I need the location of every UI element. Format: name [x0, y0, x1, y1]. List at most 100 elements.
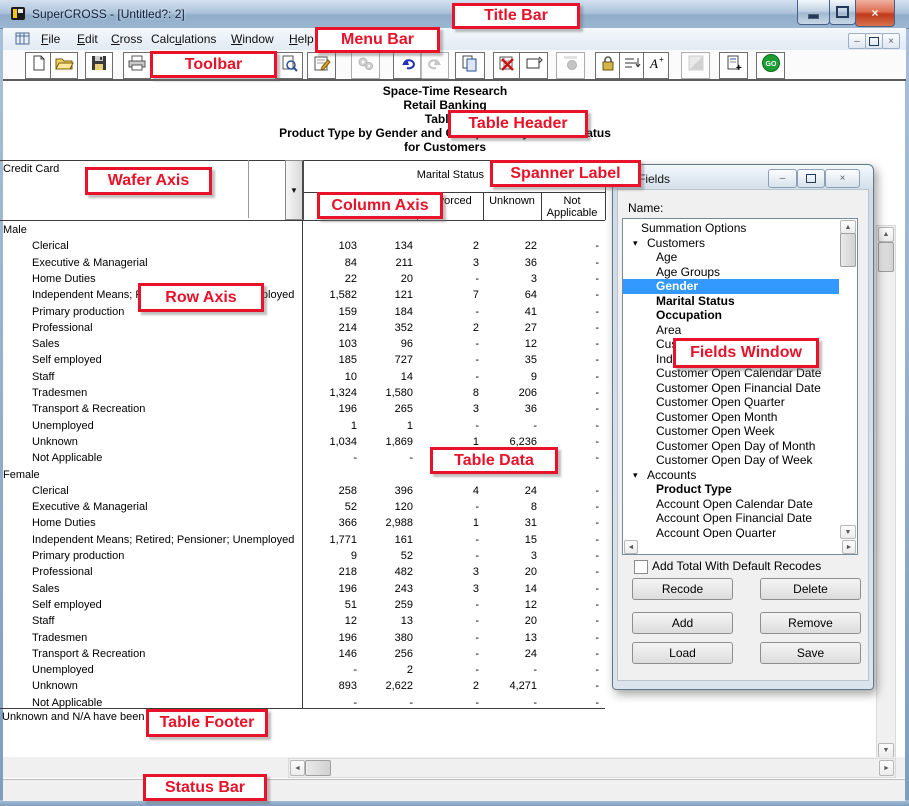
data-cell[interactable]: 120 — [361, 501, 413, 513]
data-cell[interactable]: - — [541, 632, 599, 644]
fields-close-button[interactable]: × — [825, 169, 860, 188]
data-cell[interactable]: - — [541, 306, 599, 318]
data-cell[interactable]: - — [302, 452, 357, 464]
save-button[interactable] — [85, 52, 113, 79]
horizontal-scroll-thumb[interactable] — [305, 760, 331, 776]
recode-button[interactable]: Recode — [632, 578, 733, 600]
data-cell[interactable]: 15 — [483, 534, 537, 546]
shade-button[interactable] — [681, 52, 710, 79]
data-cell[interactable]: 20 — [483, 566, 537, 578]
data-cell[interactable]: - — [302, 664, 357, 676]
fields-minimize-button[interactable]: – — [768, 169, 797, 188]
wafer-axis[interactable]: Credit Card — [3, 163, 59, 175]
fields-list-item[interactable]: Customer Open Calendar Date — [623, 366, 839, 381]
data-cell[interactable]: 258 — [302, 485, 357, 497]
row-label[interactable]: Home Duties — [32, 273, 96, 285]
fields-list-item[interactable]: Product Type — [623, 482, 839, 497]
tree-expander-icon[interactable]: ▾ — [633, 468, 638, 483]
data-cell[interactable]: 4,271 — [483, 680, 537, 692]
scroll-left-button[interactable]: ◄ — [290, 760, 305, 776]
data-cell[interactable]: - — [541, 680, 599, 692]
hide-zero-button[interactable] — [556, 52, 585, 79]
data-cell[interactable]: 185 — [302, 354, 357, 366]
spanner-label[interactable]: Marital Status — [302, 169, 484, 181]
data-cell[interactable]: - — [541, 420, 599, 432]
data-cell[interactable]: 96 — [361, 338, 413, 350]
row-label[interactable]: Unemployed — [32, 420, 94, 432]
data-cell[interactable]: 22 — [302, 273, 357, 285]
data-cell[interactable]: - — [541, 664, 599, 676]
data-cell[interactable]: 727 — [361, 354, 413, 366]
data-cell[interactable]: - — [417, 550, 479, 562]
data-cell[interactable]: 4 — [417, 485, 479, 497]
data-cell[interactable]: 265 — [361, 403, 413, 415]
fields-list-item[interactable]: Customer Open Quarter — [623, 395, 839, 410]
data-cell[interactable]: - — [541, 403, 599, 415]
row-label[interactable]: Sales — [32, 583, 60, 595]
mdi-restore-button[interactable] — [865, 33, 883, 49]
data-cell[interactable]: 51 — [302, 599, 357, 611]
row-label[interactable]: Staff — [32, 615, 54, 627]
data-cell[interactable]: - — [417, 338, 479, 350]
data-cell[interactable]: 206 — [483, 387, 537, 399]
data-cell[interactable]: 7 — [417, 289, 479, 301]
data-cell[interactable]: 2 — [417, 322, 479, 334]
data-cell[interactable]: - — [541, 648, 599, 660]
data-cell[interactable]: - — [483, 664, 537, 676]
data-cell[interactable]: 52 — [302, 501, 357, 513]
data-cell[interactable]: 218 — [302, 566, 357, 578]
data-cell[interactable]: 380 — [361, 632, 413, 644]
data-cell[interactable]: 196 — [302, 583, 357, 595]
supercross-app-icon[interactable] — [10, 6, 26, 27]
data-cell[interactable]: 1,869 — [361, 436, 413, 448]
data-cell[interactable]: 103 — [302, 338, 357, 350]
new-document-button[interactable] — [25, 52, 53, 79]
fields-list-item[interactable]: Account Open Quarter — [623, 526, 839, 539]
data-cell[interactable]: 27 — [483, 322, 537, 334]
data-cell[interactable]: - — [541, 371, 599, 383]
data-cell[interactable]: 3 — [417, 257, 479, 269]
data-cell[interactable]: - — [417, 632, 479, 644]
fields-list-item[interactable]: Age — [623, 250, 839, 265]
row-label[interactable]: Professional — [32, 322, 93, 334]
data-cell[interactable]: - — [541, 697, 599, 709]
data-cell[interactable]: 12 — [302, 615, 357, 627]
data-cell[interactable]: 196 — [302, 403, 357, 415]
data-cell[interactable]: 14 — [483, 583, 537, 595]
data-cell[interactable]: 146 — [302, 648, 357, 660]
data-cell[interactable]: 1,580 — [361, 387, 413, 399]
data-cell[interactable]: 9 — [302, 550, 357, 562]
data-cell[interactable]: - — [541, 517, 599, 529]
data-cell[interactable]: - — [541, 566, 599, 578]
vertical-scrollbar[interactable]: ▲ ▼ — [876, 225, 896, 759]
fields-list-item[interactable]: Customer Open Month — [623, 410, 839, 425]
fields-list-item[interactable]: Account Open Calendar Date — [623, 497, 839, 512]
fields-scroll-down-button[interactable]: ▼ — [840, 525, 856, 539]
minimize-button[interactable] — [797, 0, 830, 25]
row-label[interactable]: Sales — [32, 338, 60, 350]
fields-maximize-button[interactable] — [797, 169, 825, 188]
data-cell[interactable]: - — [417, 615, 479, 627]
data-cell[interactable]: 1,034 — [302, 436, 357, 448]
data-cell[interactable]: 31 — [483, 517, 537, 529]
data-cell[interactable]: 3 — [417, 403, 479, 415]
row-label[interactable]: Professional — [32, 566, 93, 578]
data-cell[interactable]: 3 — [417, 583, 479, 595]
mdi-minimize-button[interactable]: – — [848, 33, 866, 49]
data-cell[interactable]: 2,988 — [361, 517, 413, 529]
fields-scroll-up-button[interactable]: ▲ — [840, 220, 856, 234]
remove-button[interactable]: Remove — [760, 612, 861, 634]
data-cell[interactable]: 2 — [361, 664, 413, 676]
data-cell[interactable]: - — [541, 289, 599, 301]
data-cell[interactable]: - — [417, 664, 479, 676]
font-increase-button[interactable]: A+ — [643, 52, 669, 79]
add-total-checkbox[interactable] — [634, 560, 648, 574]
fields-list-item[interactable]: Customer Open Week — [623, 424, 839, 439]
delete-button[interactable]: Delete — [760, 578, 861, 600]
data-cell[interactable]: 2,622 — [361, 680, 413, 692]
data-cell[interactable]: 1,582 — [302, 289, 357, 301]
scroll-up-button[interactable]: ▲ — [878, 227, 894, 242]
row-label[interactable]: Executive & Managerial — [32, 501, 148, 513]
data-cell[interactable]: 1 — [361, 420, 413, 432]
menu-item-cross[interactable]: Cross — [107, 31, 146, 47]
